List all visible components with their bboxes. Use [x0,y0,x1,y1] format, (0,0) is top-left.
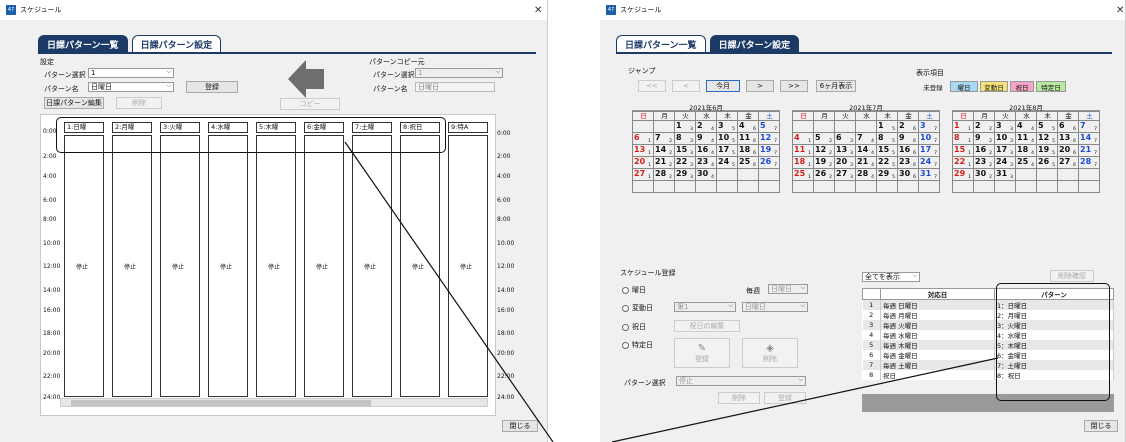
annotation-lines [344,141,999,442]
